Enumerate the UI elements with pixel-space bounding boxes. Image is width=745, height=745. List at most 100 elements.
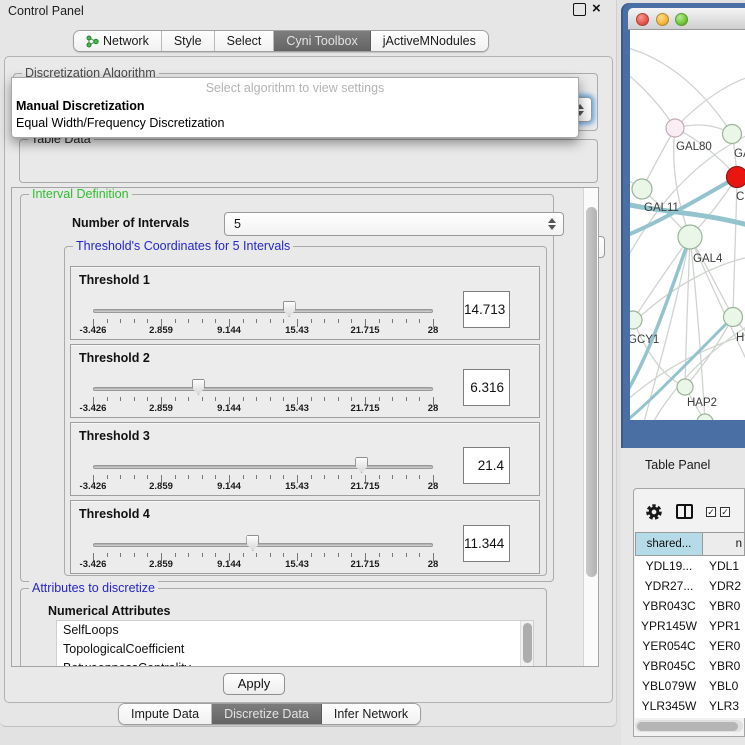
- tick-mark: [202, 319, 203, 323]
- slider-track[interactable]: [93, 309, 433, 313]
- tick-mark: [202, 553, 203, 557]
- threshold-value-field[interactable]: 6.316: [463, 369, 510, 406]
- tab-style[interactable]: Style: [162, 31, 215, 51]
- tick-mark: [324, 319, 325, 323]
- tab-jactivemnodules[interactable]: jActiveMNodules: [371, 31, 488, 51]
- table-row[interactable]: YLR345WYLR3: [635, 696, 745, 716]
- cell-shared-name: YER054C: [635, 636, 703, 656]
- network-node-green[interactable]: [724, 308, 743, 327]
- table-row[interactable]: YBR043CYBR0: [635, 596, 745, 616]
- control-panel-titlebar[interactable]: Control Panel ×: [0, 0, 617, 22]
- list-scrollbar[interactable]: [520, 621, 533, 667]
- column-header-shared[interactable]: shared...: [635, 532, 703, 556]
- network-node-green[interactable]: [697, 414, 713, 420]
- tick-mark: [256, 319, 257, 323]
- network-canvas[interactable]: GAL80GACGAL11GAL4GCY1HHAP2: [630, 30, 745, 420]
- tick-mark: [419, 475, 420, 479]
- tick-mark: [215, 553, 216, 557]
- tab-label: jActiveMNodules: [383, 34, 476, 48]
- tick-mark: [107, 319, 108, 323]
- tab-select[interactable]: Select: [215, 31, 275, 51]
- tick-mark: [338, 475, 339, 479]
- slider-track[interactable]: [93, 543, 433, 547]
- threshold-label: Threshold 1: [79, 273, 150, 287]
- tick-mark: [392, 475, 393, 479]
- tab-cyni-toolbox[interactable]: Cyni Toolbox: [274, 31, 370, 51]
- tick-mark: [243, 475, 244, 479]
- table-row[interactable]: YDL19...YDL1: [635, 556, 745, 576]
- checkbox-icon[interactable]: ✓: [706, 507, 716, 517]
- attribute-list-item[interactable]: SelfLoops: [57, 621, 533, 640]
- tick-label: 9.144: [217, 481, 241, 492]
- checkbox-icon[interactable]: ✓: [720, 507, 730, 517]
- attribute-list-item[interactable]: BetweennessCentrality: [57, 659, 533, 667]
- numerical-attributes-list[interactable]: SelfLoopsTopologicalCoefficientBetweenne…: [56, 620, 534, 667]
- table-row[interactable]: YPR145WYPR1: [635, 616, 745, 636]
- network-node-pink[interactable]: [666, 119, 684, 137]
- tick-mark: [134, 475, 135, 479]
- tick-mark: [243, 553, 244, 557]
- tick-mark: [147, 475, 148, 479]
- tab-infer-network[interactable]: Infer Network: [322, 704, 420, 724]
- minimize-traffic-light-icon[interactable]: [656, 13, 669, 26]
- cell-name: YBR0: [703, 656, 745, 676]
- threshold-value-field[interactable]: 21.4: [463, 447, 510, 484]
- network-node-green[interactable]: [678, 225, 702, 249]
- tick-mark: [406, 397, 407, 401]
- cell-name: YIL0: [703, 716, 745, 718]
- threshold-value-field[interactable]: 11.344: [463, 525, 510, 562]
- table-row[interactable]: YBL079WYBL0: [635, 676, 745, 696]
- table-header-row[interactable]: shared... n: [635, 532, 745, 556]
- network-node-green[interactable]: [630, 311, 642, 329]
- tick-label: 28: [428, 559, 439, 570]
- close-traffic-light-icon[interactable]: [636, 13, 649, 26]
- algorithm-option[interactable]: Equal Width/Frequency Discretization: [16, 116, 224, 130]
- zoom-traffic-light-icon[interactable]: [675, 13, 688, 26]
- settings-scrollbar[interactable]: [583, 188, 598, 666]
- slider-handle[interactable]: [355, 457, 368, 473]
- network-edge: [675, 76, 745, 128]
- close-icon[interactable]: ×: [592, 0, 601, 17]
- tick-mark: [392, 553, 393, 557]
- columns-icon[interactable]: [676, 504, 693, 519]
- tick-label: 15.43: [285, 403, 309, 414]
- slider-handle[interactable]: [246, 535, 259, 551]
- algorithm-option[interactable]: Manual Discretization: [16, 99, 145, 113]
- slider-handle[interactable]: [283, 301, 296, 317]
- tab-discretize-data[interactable]: Discretize Data: [212, 704, 322, 724]
- table-row[interactable]: YER054CYER0: [635, 636, 745, 656]
- slider-handle[interactable]: [192, 379, 205, 395]
- node-label: GCY1: [630, 334, 659, 346]
- node-label: GAL80: [676, 141, 712, 153]
- tick-label: 21.715: [350, 481, 379, 492]
- tick-label: 15.43: [285, 325, 309, 336]
- number-of-intervals-combobox[interactable]: 5: [224, 212, 564, 236]
- gear-icon[interactable]: [645, 503, 663, 526]
- tick-mark: [392, 397, 393, 401]
- tick-mark: [324, 553, 325, 557]
- column-header-name[interactable]: n: [703, 532, 745, 556]
- network-node-green[interactable]: [632, 179, 652, 199]
- tick-mark: [134, 319, 135, 323]
- network-node-green[interactable]: [677, 379, 693, 395]
- tick-mark: [351, 553, 352, 557]
- table-row[interactable]: YBR045CYBR0: [635, 656, 745, 676]
- apply-button[interactable]: Apply: [223, 673, 285, 695]
- network-node-green[interactable]: [723, 125, 742, 144]
- threshold-value-field[interactable]: 14.713: [463, 291, 510, 328]
- tick-mark: [338, 319, 339, 323]
- cell-shared-name: YDR27...: [635, 576, 703, 596]
- table-row[interactable]: YDR27...YDR2: [635, 576, 745, 596]
- float-window-icon[interactable]: [573, 3, 586, 16]
- tab-impute-data[interactable]: Impute Data: [119, 704, 212, 724]
- tab-network[interactable]: Network: [74, 31, 162, 51]
- network-window-titlebar[interactable]: [628, 8, 745, 30]
- cell-name: YBL0: [703, 676, 745, 696]
- attribute-list-item[interactable]: TopologicalCoefficient: [57, 640, 533, 659]
- network-node-red[interactable]: [727, 167, 745, 188]
- table-horizontal-scrollbar[interactable]: [635, 720, 743, 732]
- table-row[interactable]: YIL052CYIL0: [635, 716, 745, 718]
- slider-track[interactable]: [93, 387, 433, 391]
- table-data-group: Table Data galFiltered.sif default node: [19, 139, 598, 183]
- slider-track[interactable]: [93, 465, 433, 469]
